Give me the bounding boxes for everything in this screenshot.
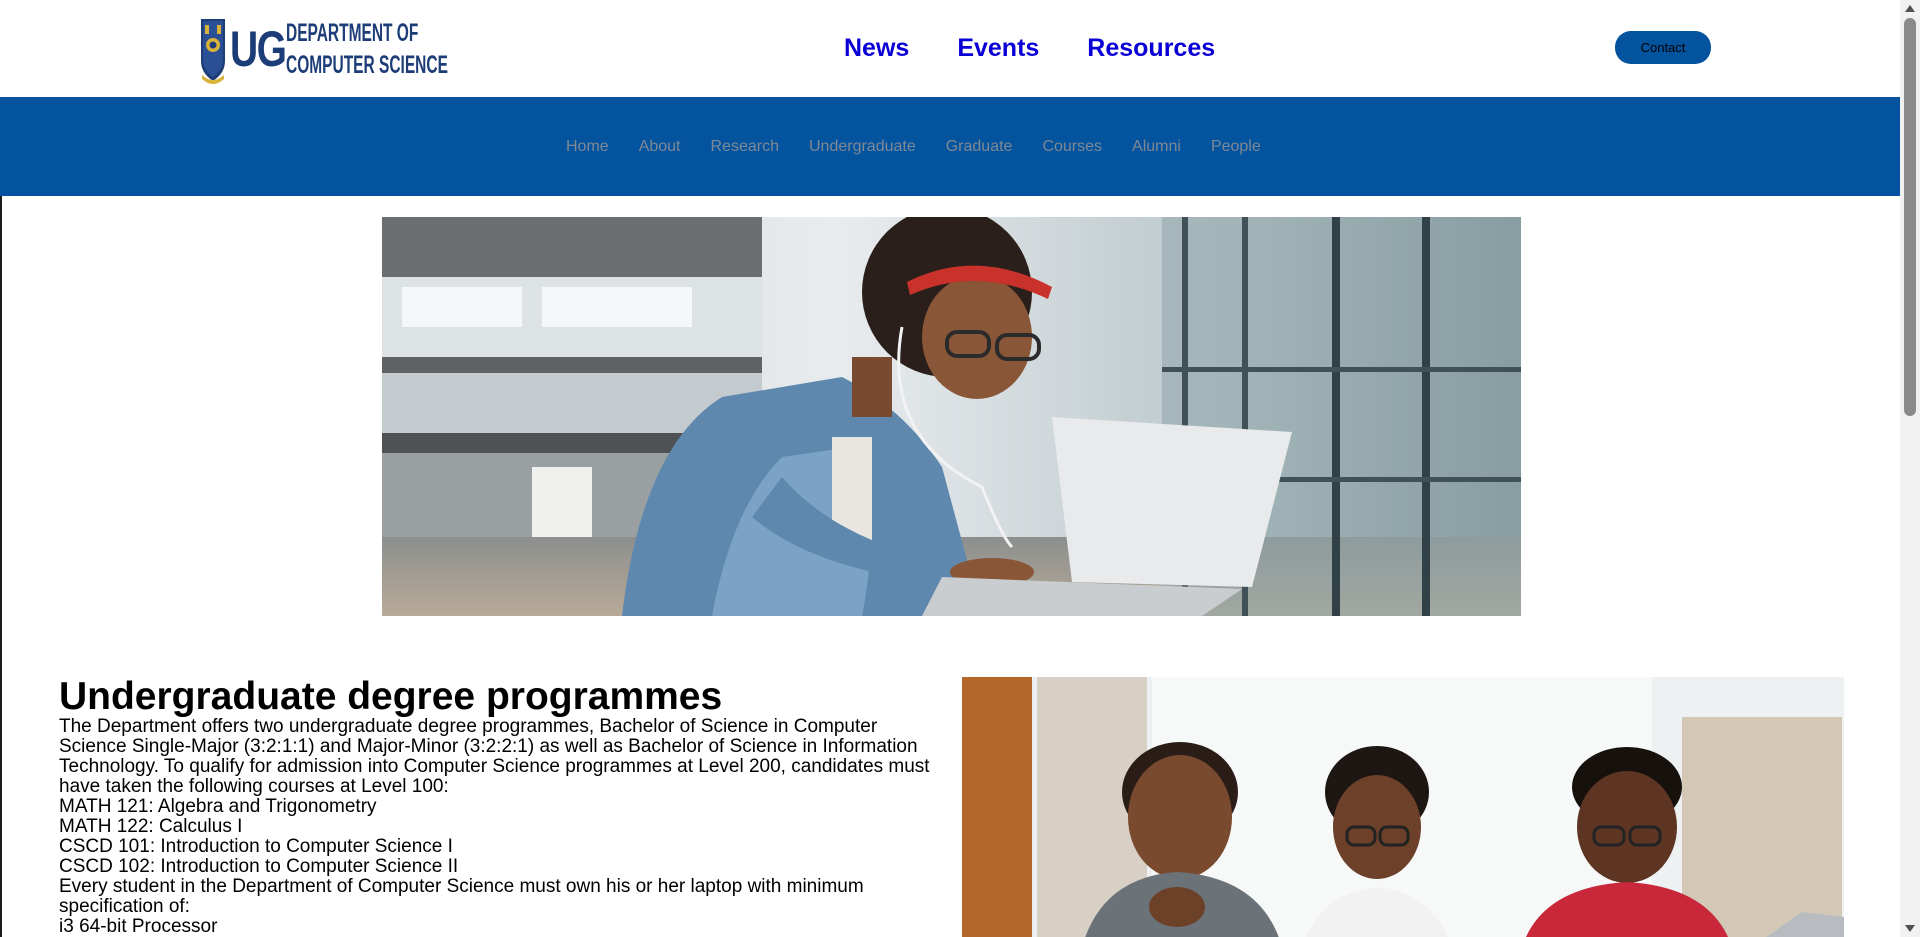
programmes-intro: The Department offers two undergraduate … [59,716,930,797]
main-nav-item-about[interactable]: About [639,138,681,156]
main-nav-item-research[interactable]: Research [711,138,779,156]
section-heading: Undergraduate degree programmes [59,675,723,718]
programmes-text: The Department offers two undergraduate … [59,717,939,937]
contact-button[interactable]: Contact [1615,31,1711,64]
logo-mark: UG [230,20,287,77]
course-item: MATH 122: Calculus I [59,816,243,837]
scroll-up-arrow-icon[interactable] [1900,0,1920,17]
laptop-requirement: Every student in the Department of Compu… [59,876,864,917]
top-nav-resources-link[interactable]: Resources [1087,30,1215,66]
top-nav-events-link[interactable]: Events [957,30,1039,66]
university-crest-icon [200,13,226,85]
logo-text: DEPARTMENT OF COMPUTER SCIENCE [286,17,448,81]
top-nav: News Events Resources [844,30,1215,66]
course-item: CSCD 102: Introduction to Computer Scien… [59,856,459,877]
main-nav-item-people[interactable]: People [1211,138,1261,156]
main-nav-item-undergraduate[interactable]: Undergraduate [809,138,916,156]
logo-line-2: COMPUTER SCIENCE [286,50,448,79]
main-nav-item-home[interactable]: Home [566,138,609,156]
main-nav-item-alumni[interactable]: Alumni [1132,138,1181,156]
page-scrollbar[interactable] [1900,0,1920,937]
page: UG DEPARTMENT OF COMPUTER SCIENCE News E… [0,0,1920,937]
scrollbar-thumb[interactable] [1904,18,1916,416]
department-logo[interactable]: UG DEPARTMENT OF COMPUTER SCIENCE [200,11,448,86]
course-item: MATH 121: Algebra and Trigonometry [59,796,377,817]
hero-image [382,217,1521,616]
course-item: CSCD 101: Introduction to Computer Scien… [59,836,453,857]
main-nav-item-graduate[interactable]: Graduate [946,138,1013,156]
main-nav-item-courses[interactable]: Courses [1042,138,1102,156]
top-header: UG DEPARTMENT OF COMPUTER SCIENCE News E… [0,0,1900,97]
top-nav-news-link[interactable]: News [844,30,909,66]
main-nav: Home About Research Undergraduate Gradua… [0,97,1900,196]
scroll-down-arrow-icon[interactable] [1900,920,1920,937]
students-image [962,677,1844,937]
laptop-spec: i3 64-bit Processor [59,916,218,937]
logo-line-1: DEPARTMENT OF [286,18,419,47]
